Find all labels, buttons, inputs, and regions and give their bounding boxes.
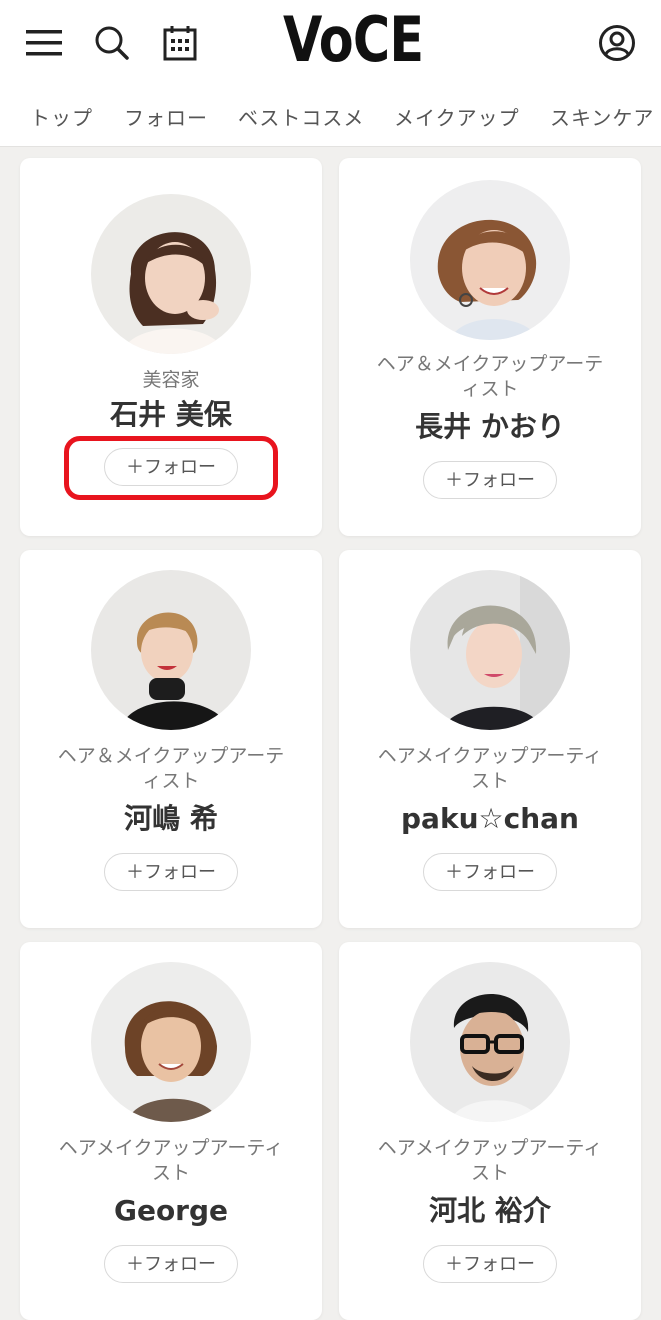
writer-role: ヘアメイクアップアーティ スト	[58, 1137, 284, 1184]
account-icon[interactable]	[597, 22, 637, 64]
writer-role: ヘアメイクアップアーティ スト	[377, 745, 603, 792]
writer-avatar	[410, 962, 570, 1122]
writer-name[interactable]: 石井 美保	[30, 398, 312, 432]
follow-button[interactable]: ＋フォロー	[423, 853, 557, 891]
calendar-icon[interactable]	[160, 22, 200, 64]
writer-role: ヘア＆メイクアップアーテ ィスト	[376, 353, 604, 400]
writer-role: 美容家	[142, 369, 200, 391]
follow-button[interactable]: ＋フォロー	[104, 853, 238, 891]
tab-best-cosme[interactable]: ベストコスメ	[238, 102, 364, 134]
writer-name[interactable]: 河北 裕介	[349, 1194, 631, 1228]
tab-makeup[interactable]: メイクアップ	[394, 102, 520, 134]
writer-card[interactable]: ヘアメイクアップアーティ スト paku☆chan ＋フォロー	[339, 550, 641, 928]
voce-logo[interactable]: VoCE	[283, 8, 424, 72]
writer-avatar	[91, 962, 251, 1122]
app-header: VoCE	[0, 0, 661, 92]
writer-card[interactable]: ヘアメイクアップアーティ スト George ＋フォロー	[20, 942, 322, 1320]
category-tabs: トップ フォロー ベストコスメ メイクアップ スキンケア	[0, 92, 661, 147]
follow-button[interactable]: ＋フォロー	[104, 1245, 238, 1283]
writer-name[interactable]: George	[30, 1194, 312, 1228]
search-icon[interactable]	[92, 22, 132, 64]
tab-skincare[interactable]: スキンケア	[550, 102, 654, 134]
writer-avatar	[91, 570, 251, 730]
writer-name[interactable]: 長井 かおり	[349, 410, 631, 444]
highlight-box	[64, 436, 278, 500]
writer-avatar	[410, 180, 570, 340]
follow-button[interactable]: ＋フォロー	[423, 1245, 557, 1283]
follow-button[interactable]: ＋フォロー	[423, 461, 557, 499]
writer-role: ヘアメイクアップアーティ スト	[377, 1137, 603, 1184]
writer-avatar	[91, 194, 251, 354]
tab-follow[interactable]: フォロー	[124, 102, 208, 134]
writer-name[interactable]: paku☆chan	[349, 802, 631, 836]
writer-card[interactable]: ヘア＆メイクアップアーテ ィスト 河嶋 希 ＋フォロー	[20, 550, 322, 928]
writer-avatar	[410, 570, 570, 730]
menu-icon[interactable]	[24, 22, 64, 64]
writer-role: ヘア＆メイクアップアーテ ィスト	[57, 745, 285, 792]
writer-card[interactable]: ヘア＆メイクアップアーテ ィスト 長井 かおり ＋フォロー	[339, 158, 641, 536]
writer-name[interactable]: 河嶋 希	[30, 802, 312, 836]
writer-card[interactable]: ヘアメイクアップアーティ スト 河北 裕介 ＋フォロー	[339, 942, 641, 1320]
tab-top[interactable]: トップ	[30, 102, 93, 134]
